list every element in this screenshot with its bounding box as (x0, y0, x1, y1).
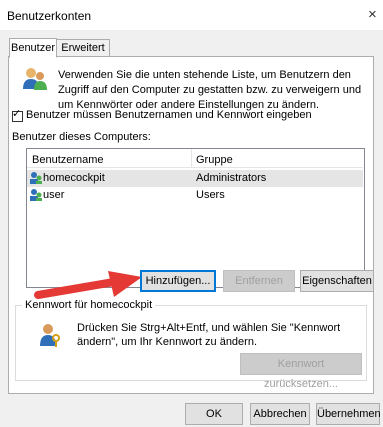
password-group-title: Kennwort für homecockpit (22, 299, 156, 311)
row-username[interactable]: homecockpit (43, 172, 105, 184)
column-header-username[interactable]: Benutzername (32, 154, 104, 166)
checkmark-icon: ✓ (12, 108, 22, 120)
password-instruction-text: Drücken Sie Strg+Alt+Entf, und wählen Si… (77, 322, 341, 348)
window-title: Benutzerkonten (7, 9, 92, 23)
column-header-group[interactable]: Gruppe (196, 154, 233, 166)
row-group: Administrators (196, 172, 267, 184)
apply-button[interactable]: Übernehmen (316, 403, 381, 425)
tab-erweitert[interactable]: Erweitert (56, 39, 110, 57)
add-user-button[interactable]: Hinzufügen... (140, 270, 216, 292)
intro-text: Verwenden Sie die unten stehende Liste, … (58, 69, 362, 111)
key-user-icon (40, 324, 60, 347)
users-section-label: Benutzer dieses Computers: (12, 131, 151, 143)
column-separator[interactable] (191, 149, 192, 167)
ok-button[interactable]: OK (185, 403, 243, 425)
tab-benutzer[interactable]: Benutzer (9, 38, 57, 58)
reset-password-button[interactable]: Kennwort zurücksetzen... (240, 353, 362, 390)
close-icon[interactable]: × (368, 6, 377, 23)
require-login-label[interactable]: Benutzer müssen Benutzernamen und Kennwo… (26, 109, 312, 121)
remove-user-button[interactable]: Entfernen (223, 270, 295, 292)
user-icon (30, 172, 42, 184)
users-icon (23, 68, 47, 90)
row-group: Users (196, 189, 225, 201)
properties-button[interactable]: Eigenschaften (300, 270, 374, 292)
table-row[interactable] (27, 187, 363, 204)
user-icon (30, 189, 42, 201)
row-username[interactable]: user (43, 189, 64, 201)
cancel-button[interactable]: Abbrechen (250, 403, 310, 425)
